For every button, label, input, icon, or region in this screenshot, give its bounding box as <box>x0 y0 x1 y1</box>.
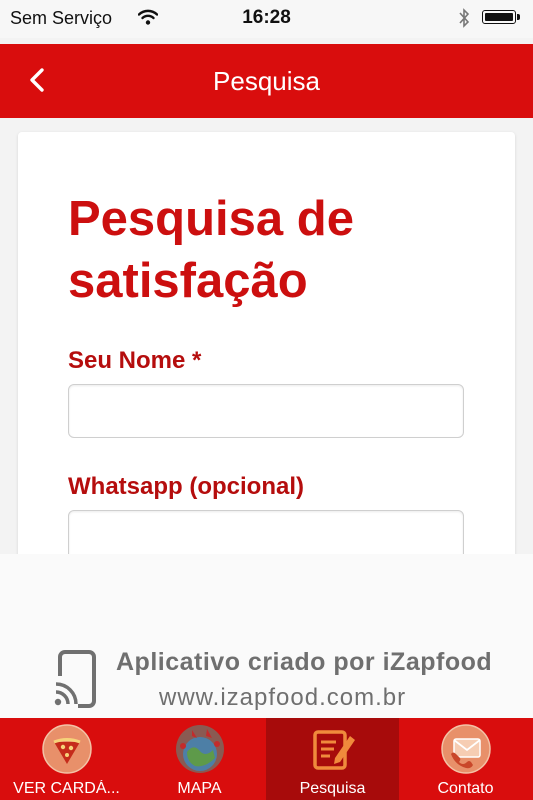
clock: 16:28 <box>242 7 291 28</box>
phone-cast-icon <box>54 650 96 708</box>
name-label: Seu Nome * <box>68 347 202 374</box>
survey-title: Pesquisa de satisfação <box>68 192 354 308</box>
bottom-nav: VER CARDÁ... MAPA Pesquisa Contato <box>0 718 533 800</box>
whatsapp-input[interactable] <box>68 510 464 554</box>
promo-text: Aplicativo criado por iZapfood <box>116 648 493 676</box>
nav-label: Contato <box>437 780 494 797</box>
promo-banner: Aplicativo criado por iZapfood www.izapf… <box>0 554 533 718</box>
nav-contact[interactable]: Contato <box>399 718 532 800</box>
survey-edit-icon <box>313 730 355 770</box>
page-title: Pesquisa <box>213 66 320 96</box>
nav-label: Pesquisa <box>299 780 366 797</box>
whatsapp-label: Whatsapp (opcional) <box>68 473 304 500</box>
name-input[interactable] <box>68 384 464 438</box>
nav-label: VER CARDÁ... <box>13 780 120 797</box>
app-header: Pesquisa <box>0 44 533 118</box>
nav-menu[interactable]: VER CARDÁ... <box>0 718 133 800</box>
survey-card: Pesquisa de satisfação Seu Nome * Whatsa… <box>18 132 515 554</box>
nav-map[interactable]: MAPA <box>133 718 266 800</box>
pizza-icon <box>42 724 92 774</box>
status-bar: Sem Serviço 16:28 <box>0 0 533 38</box>
content-area: Pesquisa de satisfação Seu Nome * Whatsa… <box>0 118 533 554</box>
promo-url: www.izapfood.com.br <box>159 684 407 711</box>
battery-icon <box>482 10 520 26</box>
mail-phone-icon <box>441 724 491 774</box>
bluetooth-icon <box>459 8 470 28</box>
globe-icon <box>176 725 224 773</box>
nav-label: MAPA <box>177 780 222 797</box>
nav-survey[interactable]: Pesquisa <box>266 718 399 800</box>
